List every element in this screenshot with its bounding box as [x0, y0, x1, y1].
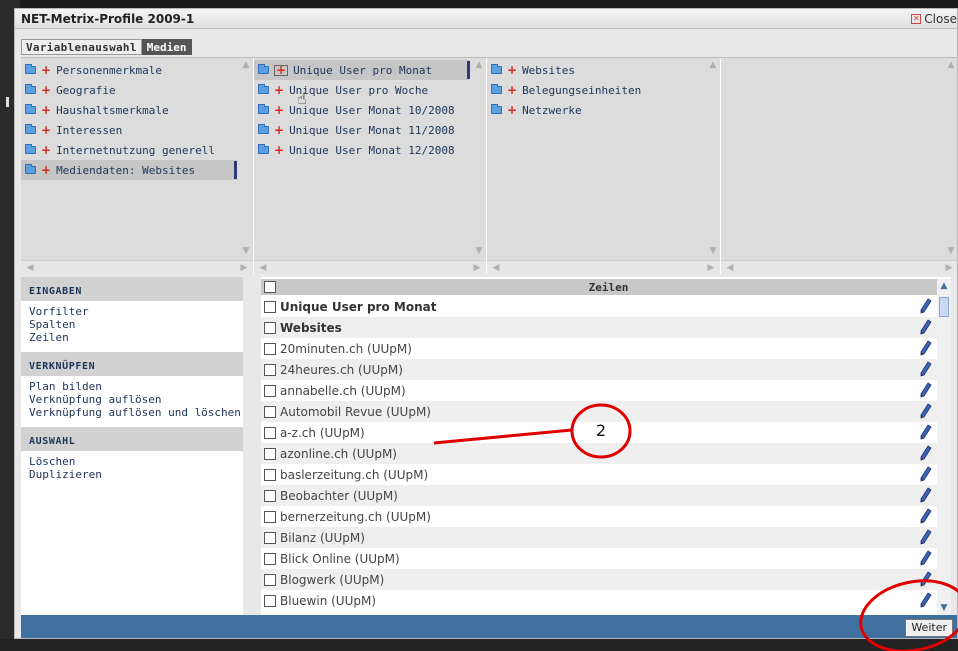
- weiter-highlight: [859, 579, 958, 651]
- annotation-overlay: [433, 403, 958, 651]
- annotation-number: 2: [595, 421, 607, 440]
- annotation-pointer: [433, 428, 573, 445]
